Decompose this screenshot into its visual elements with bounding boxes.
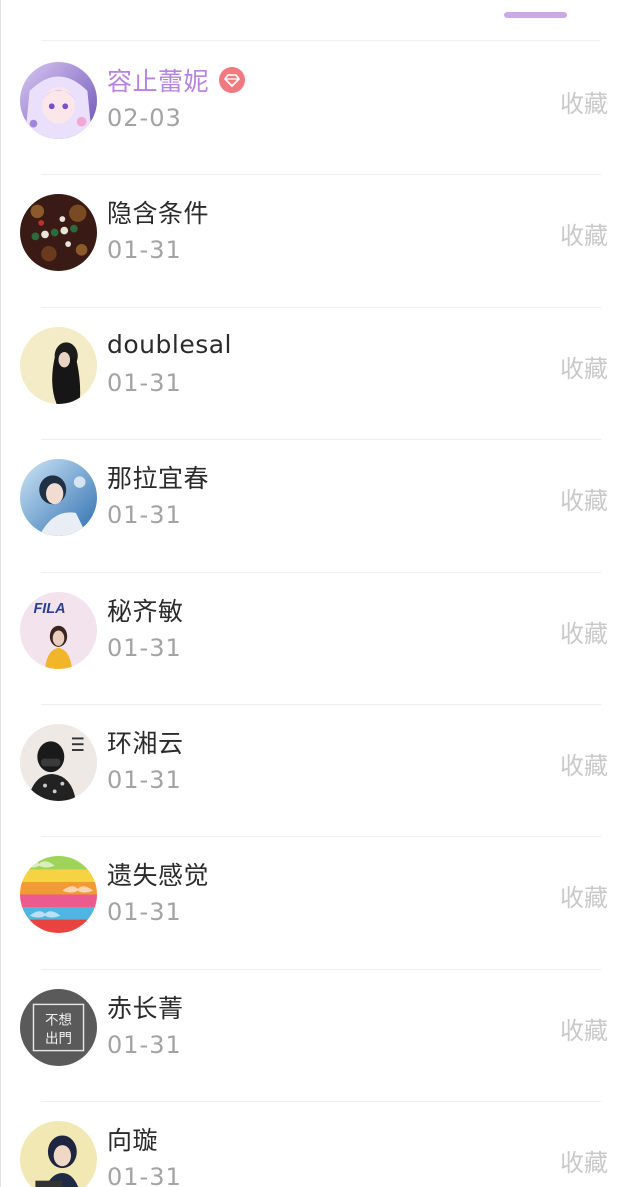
fila-logo-text: FILA bbox=[33, 601, 65, 617]
avatar[interactable] bbox=[20, 723, 97, 801]
list-item[interactable]: 遗失感觉 01-31 收藏 bbox=[1, 837, 640, 971]
avatar[interactable] bbox=[20, 194, 97, 272]
avatar[interactable] bbox=[20, 326, 97, 404]
favorite-button[interactable]: 收藏 bbox=[560, 746, 608, 781]
favorite-button[interactable]: 收藏 bbox=[560, 1143, 608, 1178]
avatar[interactable] bbox=[20, 1121, 97, 1187]
favorite-button[interactable]: 收藏 bbox=[560, 1011, 608, 1046]
masked-person-avatar-image bbox=[20, 723, 97, 801]
active-tab-indicator bbox=[504, 12, 567, 18]
favorite-button[interactable]: 收藏 bbox=[560, 349, 608, 384]
favorite-button[interactable]: 收藏 bbox=[560, 481, 608, 516]
mustache-pattern-avatar-image bbox=[20, 856, 97, 934]
favorite-button[interactable]: 收藏 bbox=[560, 216, 608, 251]
username[interactable]: 向璇 bbox=[107, 1121, 158, 1157]
date: 01-31 bbox=[107, 1163, 182, 1187]
list-item[interactable]: FILA 秘齐敏 01-31 收藏 bbox=[1, 573, 640, 706]
username[interactable]: 环湘云 bbox=[107, 724, 184, 760]
list-item[interactable]: 容止蕾妮 02-03 收藏 bbox=[1, 43, 640, 176]
list-item[interactable]: 不想 出門 赤长菁 01-31 收藏 bbox=[1, 970, 640, 1103]
girl-avatar-image bbox=[20, 326, 97, 404]
favorite-button[interactable]: 收藏 bbox=[560, 614, 608, 649]
calligraphy-text-line: 出門 bbox=[45, 1031, 72, 1047]
name-line: 秘齐敏 bbox=[107, 593, 184, 627]
name-line: 隐含条件 bbox=[107, 195, 209, 229]
avatar[interactable]: 不想 出門 bbox=[20, 988, 97, 1066]
date: 01-31 bbox=[107, 898, 182, 927]
username[interactable]: 赤长菁 bbox=[107, 989, 184, 1025]
name-line: 那拉宜春 bbox=[107, 460, 209, 494]
name-line: 向璇 bbox=[107, 1122, 158, 1156]
date: 01-31 bbox=[107, 633, 182, 662]
name-line: 遗失感觉 bbox=[107, 857, 209, 891]
date: 02-03 bbox=[107, 104, 182, 132]
girl-yellow-avatar-image bbox=[20, 1121, 97, 1187]
avatar[interactable] bbox=[20, 856, 97, 934]
date: 01-31 bbox=[107, 501, 182, 530]
favorite-button[interactable]: 收藏 bbox=[560, 84, 608, 119]
anime-girl-avatar-image bbox=[20, 62, 97, 139]
list-item[interactable]: 那拉宜春 01-31 收藏 bbox=[1, 440, 640, 573]
username[interactable]: 那拉宜春 bbox=[107, 459, 209, 495]
list-item[interactable]: 向璇 01-31 收藏 bbox=[1, 1102, 640, 1187]
name-line: doublesal bbox=[107, 328, 232, 362]
date: 01-31 bbox=[107, 765, 182, 794]
username[interactable]: 容止蕾妮 bbox=[107, 62, 209, 98]
top-divider bbox=[41, 40, 600, 41]
list-item[interactable]: 环湘云 01-31 收藏 bbox=[1, 705, 640, 838]
date: 01-31 bbox=[107, 368, 182, 397]
date: 01-31 bbox=[107, 236, 182, 265]
blue-portrait-avatar-image bbox=[20, 459, 97, 537]
avatar[interactable]: FILA bbox=[20, 591, 97, 669]
user-list: 容止蕾妮 02-03 收藏 隐含条件 01-31 收藏 doublesal 01… bbox=[1, 43, 640, 1187]
username[interactable]: doublesal bbox=[107, 330, 232, 359]
favorite-button[interactable]: 收藏 bbox=[560, 878, 608, 913]
username[interactable]: 隐含条件 bbox=[107, 194, 209, 230]
vip-diamond-icon bbox=[219, 67, 246, 93]
list-item[interactable]: 隐含条件 01-31 收藏 bbox=[1, 175, 640, 309]
name-line: 环湘云 bbox=[107, 725, 184, 759]
favorites-list-page: 容止蕾妮 02-03 收藏 隐含条件 01-31 收藏 doublesal 01… bbox=[0, 0, 640, 1187]
date: 01-31 bbox=[107, 1030, 182, 1059]
fila-avatar-image: FILA bbox=[20, 591, 97, 669]
beads-avatar-image bbox=[20, 194, 97, 272]
name-line: 赤长菁 bbox=[107, 990, 184, 1024]
calligraphy-text-line: 不想 bbox=[45, 1012, 72, 1028]
avatar[interactable] bbox=[20, 459, 97, 537]
avatar[interactable] bbox=[20, 62, 97, 139]
calligraphy-avatar-image: 不想 出門 bbox=[20, 988, 97, 1066]
list-item[interactable]: doublesal 01-31 收藏 bbox=[1, 308, 640, 441]
username[interactable]: 秘齐敏 bbox=[107, 592, 184, 628]
name-line: 容止蕾妮 bbox=[107, 62, 246, 98]
username[interactable]: 遗失感觉 bbox=[107, 856, 209, 892]
